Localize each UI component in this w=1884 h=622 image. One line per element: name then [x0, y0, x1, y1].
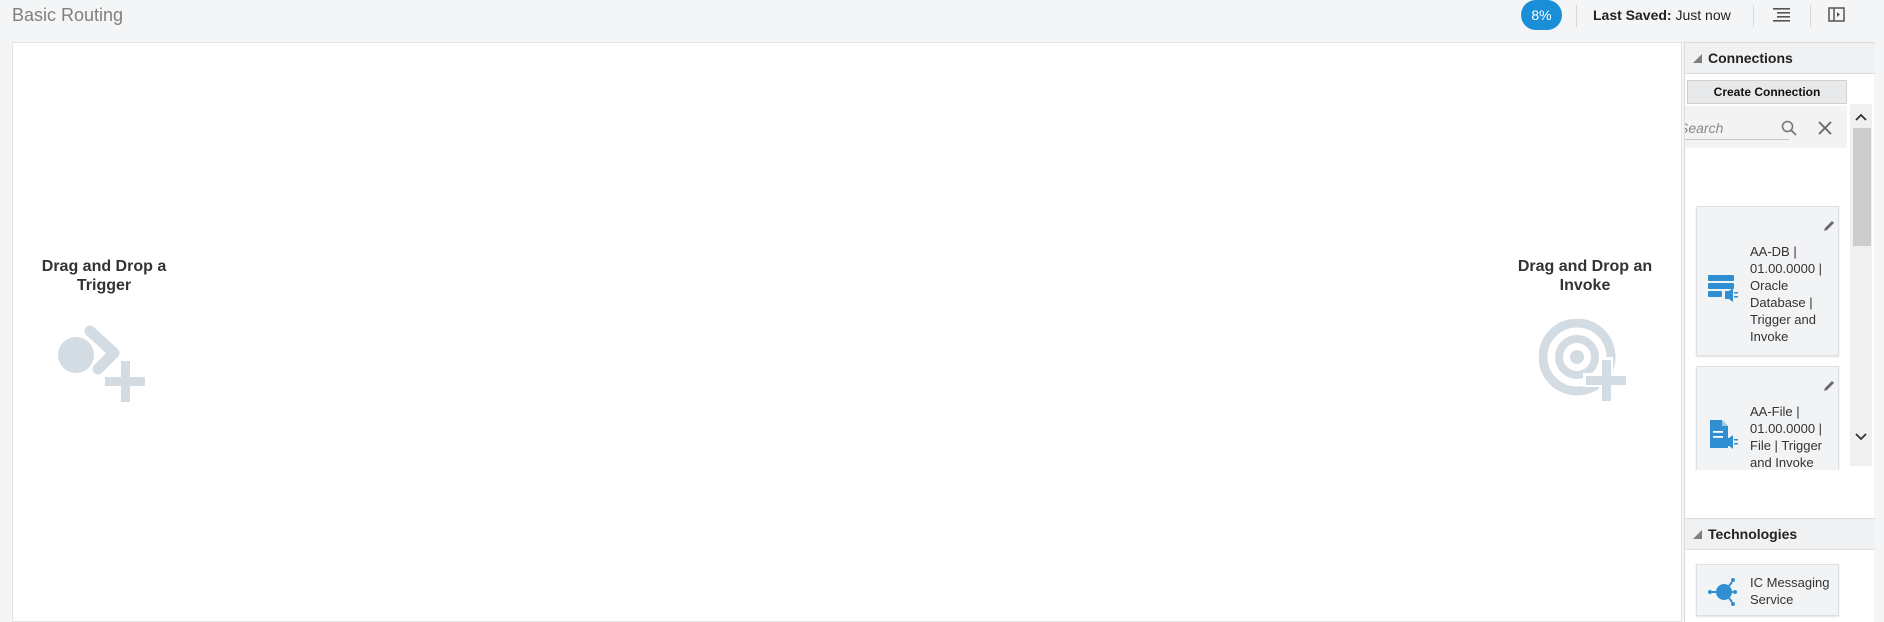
- top-bar: Basic Routing 8% Last Saved: Just now: [0, 0, 1884, 42]
- connections-section: Create Connection AA-DB | 01.00.0000 | O…: [1685, 78, 1875, 470]
- chevron-down-icon[interactable]: [1850, 426, 1872, 448]
- edit-pencil-icon[interactable]: [1822, 379, 1836, 393]
- technology-card-label: IC Messaging Service: [1750, 575, 1830, 607]
- chevron-up-icon[interactable]: [1850, 106, 1872, 128]
- search-icon[interactable]: [1777, 116, 1801, 140]
- toolbar-separator: [1810, 5, 1811, 27]
- messaging-service-icon: [1708, 578, 1737, 606]
- database-adapter-icon: [1708, 275, 1738, 302]
- page-title: Basic Routing: [12, 5, 124, 25]
- list-view-icon[interactable]: [1768, 2, 1796, 28]
- add-invoke-icon: [1539, 319, 1629, 403]
- collapse-triangle-icon[interactable]: [1693, 53, 1702, 63]
- last-saved-status: Last Saved: Just now: [1593, 7, 1731, 23]
- progress-badge[interactable]: 8%: [1521, 0, 1562, 30]
- connection-card-label: AA-File | 01.00.0000 | File | Trigger an…: [1750, 404, 1823, 470]
- invoke-drop-label: Drag and Drop an Invoke: [1517, 258, 1653, 294]
- file-adapter-icon: [1710, 420, 1738, 449]
- collapse-triangle-icon[interactable]: [1693, 529, 1702, 539]
- connection-search-input[interactable]: [1685, 116, 1789, 140]
- trigger-drop-label: Drag and Drop a Trigger: [41, 258, 167, 294]
- toggle-panel-icon[interactable]: [1823, 2, 1851, 28]
- trigger-drop-zone[interactable]: Drag and Drop a Trigger: [29, 257, 179, 411]
- invoke-drop-zone[interactable]: Drag and Drop an Invoke: [1510, 257, 1660, 411]
- last-saved-label: Last Saved:: [1593, 7, 1672, 23]
- toolbar-separator: [1576, 5, 1577, 27]
- connection-card-label: AA-DB | 01.00.0000 | Oracle Database | T…: [1750, 244, 1823, 344]
- technology-card[interactable]: IC Messaging Service: [1696, 564, 1839, 616]
- integration-canvas[interactable]: Drag and Drop a Trigger Drag and Drop an…: [12, 42, 1682, 622]
- toolbar-separator: [1753, 5, 1754, 27]
- palette-panel: Connections Create Connection AA-DB | 01…: [1684, 42, 1875, 622]
- connections-header[interactable]: Connections: [1685, 42, 1875, 74]
- last-saved-value: Just now: [1675, 7, 1731, 23]
- edit-pencil-icon[interactable]: [1822, 219, 1836, 233]
- technologies-header[interactable]: Technologies: [1685, 518, 1875, 550]
- vertical-scroll-thumb[interactable]: [1853, 128, 1871, 246]
- technologies-title: Technologies: [1708, 526, 1798, 542]
- connection-card[interactable]: AA-DB | 01.00.0000 | Oracle Database | T…: [1696, 206, 1839, 356]
- add-trigger-icon: [58, 325, 148, 404]
- create-connection-button[interactable]: Create Connection: [1687, 80, 1847, 104]
- close-icon[interactable]: [1813, 116, 1837, 140]
- connections-title: Connections: [1708, 50, 1793, 66]
- connection-card[interactable]: AA-File | 01.00.0000 | File | Trigger an…: [1696, 366, 1839, 470]
- connection-search-bar: [1685, 106, 1847, 148]
- connections-vertical-scrollbar[interactable]: [1850, 104, 1872, 466]
